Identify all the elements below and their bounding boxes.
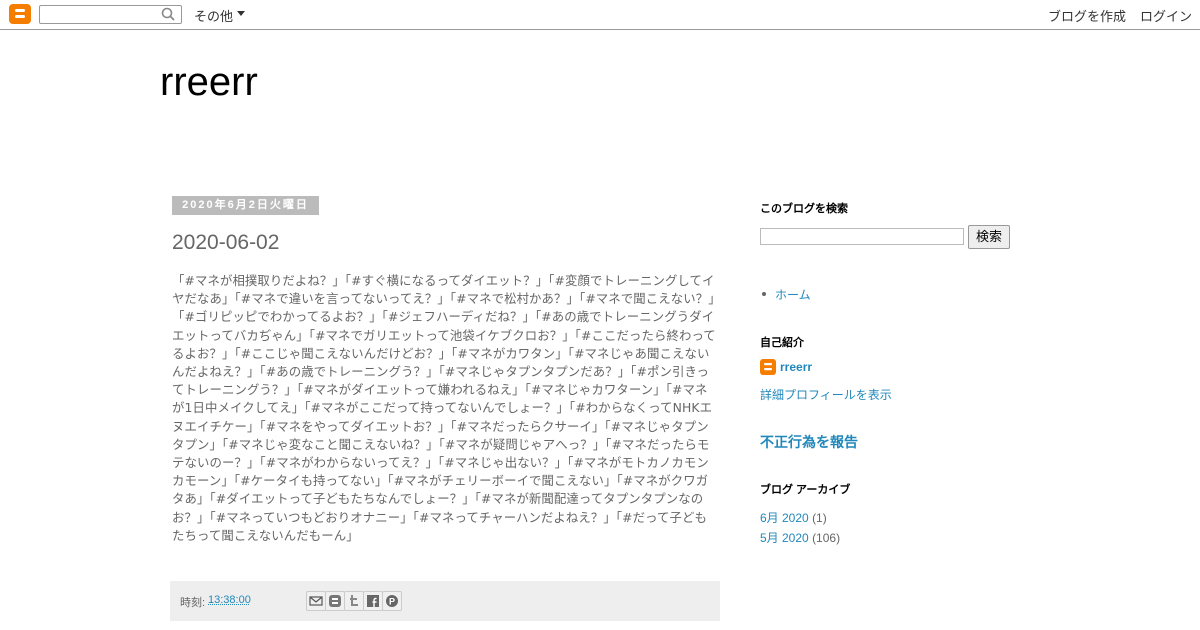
- list-bullet: [762, 292, 766, 296]
- date-header: 2020年6月2日火曜日: [172, 196, 319, 215]
- archive-month-link[interactable]: 5月 2020: [760, 531, 809, 545]
- post-time-link[interactable]: 13:38:00: [208, 594, 251, 606]
- archive-heading: ブログ アーカイブ: [760, 484, 851, 496]
- more-menu[interactable]: その他: [194, 6, 233, 25]
- sidebar-item-home[interactable]: ホーム: [775, 286, 811, 303]
- blog-title[interactable]: rreerr: [160, 60, 258, 105]
- archive-month-link[interactable]: 6月 2020: [760, 511, 809, 525]
- post-body: 「#マネが相撲取りだよね？」「#すぐ横になるってダイエット？」「#変顔でトレーニ…: [172, 273, 716, 543]
- profile-name-link[interactable]: rreerr: [780, 360, 812, 374]
- archive-count: (106): [812, 531, 841, 545]
- twitter-icon[interactable]: [344, 591, 364, 611]
- navbar: その他 ブログを作成 ログイン: [0, 0, 1200, 30]
- archive-count: (1): [812, 511, 827, 525]
- profile-heading: 自己紹介: [760, 337, 804, 349]
- email-icon[interactable]: [306, 591, 326, 611]
- blog-search-button[interactable]: 検索: [968, 225, 1010, 249]
- search-heading: このブログを検索: [760, 203, 848, 215]
- create-blog-link[interactable]: ブログを作成: [1048, 6, 1126, 25]
- view-profile-link[interactable]: 詳細プロフィールを表示: [760, 386, 892, 403]
- blogger-profile-icon: [760, 359, 776, 375]
- blog-search-input[interactable]: [760, 228, 964, 245]
- report-abuse-link[interactable]: 不正行為を報告: [760, 432, 858, 452]
- post-footer: 時刻: 13:38:00 P: [170, 581, 720, 621]
- svg-text:P: P: [389, 597, 395, 607]
- blogger-logo-icon[interactable]: [9, 4, 31, 24]
- post-time-label: 時刻:: [180, 597, 206, 609]
- pinterest-icon[interactable]: P: [382, 591, 402, 611]
- archive-item: 5月 2020 (106): [760, 529, 840, 546]
- search-icon[interactable]: [159, 6, 179, 22]
- login-link[interactable]: ログイン: [1140, 6, 1192, 25]
- archive-item: 6月 2020 (1): [760, 509, 827, 526]
- post-title[interactable]: 2020-06-02: [172, 231, 279, 255]
- facebook-icon[interactable]: [363, 591, 383, 611]
- blogthis-icon[interactable]: [325, 591, 345, 611]
- chevron-down-icon[interactable]: [237, 11, 245, 16]
